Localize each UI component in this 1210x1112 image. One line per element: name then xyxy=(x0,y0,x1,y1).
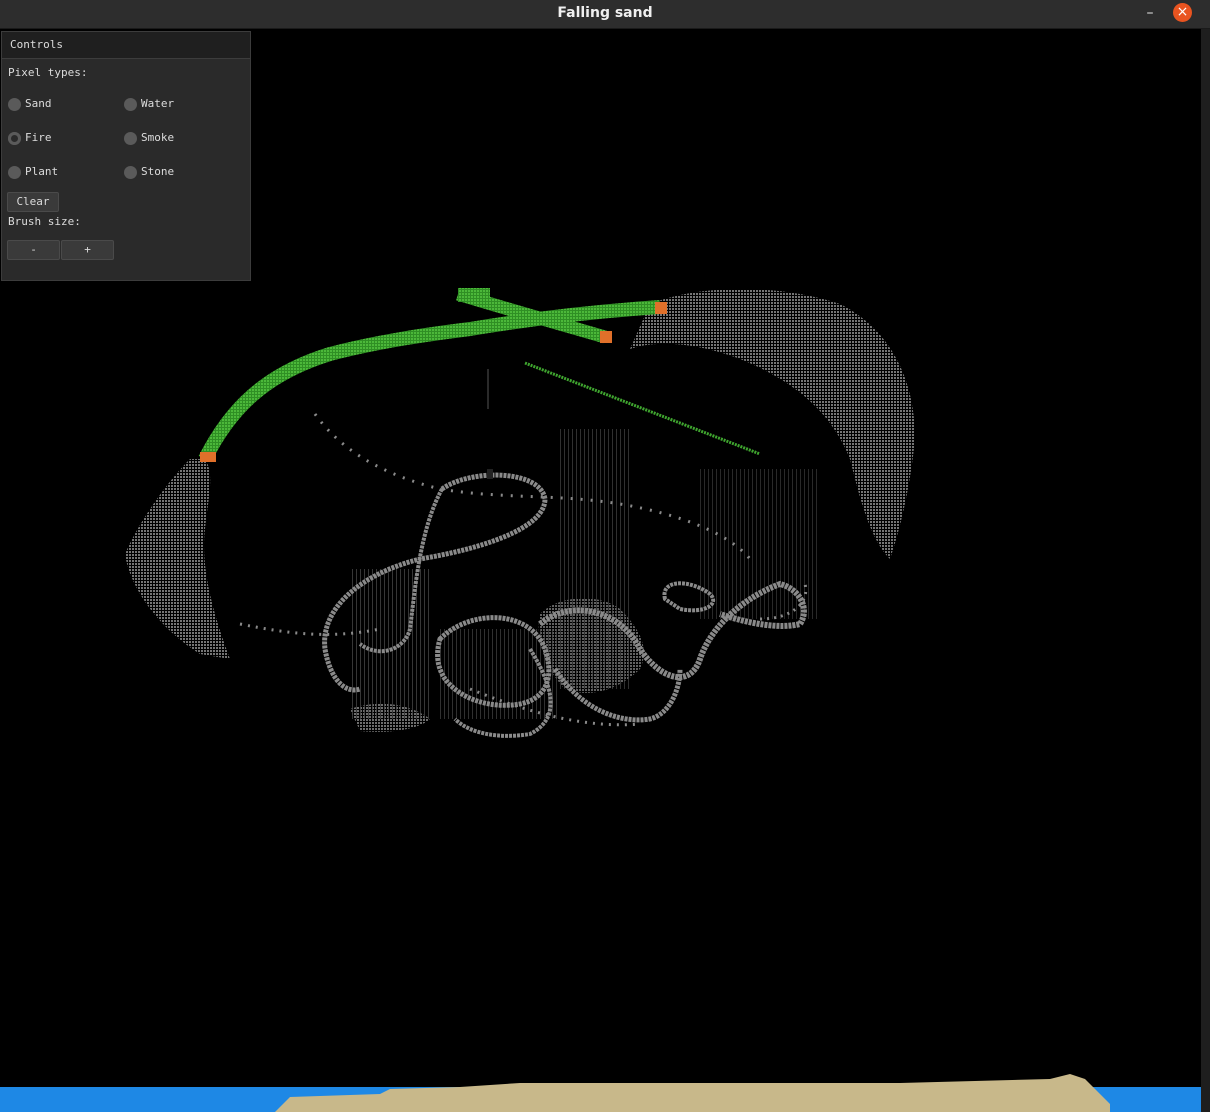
radio-dot-smoke[interactable] xyxy=(124,132,137,145)
fire-spot-mid xyxy=(600,331,612,343)
title-bar[interactable]: Falling sand – × xyxy=(0,0,1210,29)
radio-dot-plant[interactable] xyxy=(8,166,21,179)
close-icon[interactable]: × xyxy=(1173,3,1192,22)
app-window: Falling sand – × Controls Pixel types: S… xyxy=(0,0,1210,1112)
radio-label-fire: Fire xyxy=(25,131,52,144)
dotted-line-1 xyxy=(313,413,752,560)
minimize-icon[interactable]: – xyxy=(1140,3,1160,23)
sand-pile xyxy=(275,1074,1110,1112)
radio-label-stone: Stone xyxy=(141,165,175,178)
radio-label-sand: Sand xyxy=(25,97,52,110)
pixel-types-label: Pixel types: xyxy=(8,66,88,79)
radio-dot-sand[interactable] xyxy=(8,98,21,111)
radio-label-smoke: Smoke xyxy=(141,131,175,144)
fire-spot-left xyxy=(200,452,216,462)
controls-header[interactable]: Controls xyxy=(2,32,250,59)
plant-block xyxy=(458,288,490,302)
clear-button[interactable]: Clear xyxy=(7,192,59,212)
brush-increase-button[interactable]: + xyxy=(61,240,114,260)
window-title: Falling sand xyxy=(557,5,653,21)
brush-decrease-button[interactable]: - xyxy=(7,240,60,260)
radio-label-plant: Plant xyxy=(25,165,59,178)
falling-trails-2 xyxy=(560,429,630,689)
brush-size-label: Brush size: xyxy=(8,215,81,228)
fire-spot-right xyxy=(655,302,667,314)
radio-dot-fire[interactable] xyxy=(8,132,21,145)
radio-dot-water[interactable] xyxy=(124,98,137,111)
stone-mass-left xyxy=(125,459,230,659)
radio-dot-stone[interactable] xyxy=(124,166,137,179)
controls-panel[interactable]: Controls Pixel types: Sand Water Fire Sm… xyxy=(1,31,251,281)
window-right-border xyxy=(1201,29,1210,1112)
radio-label-water: Water xyxy=(141,97,175,110)
